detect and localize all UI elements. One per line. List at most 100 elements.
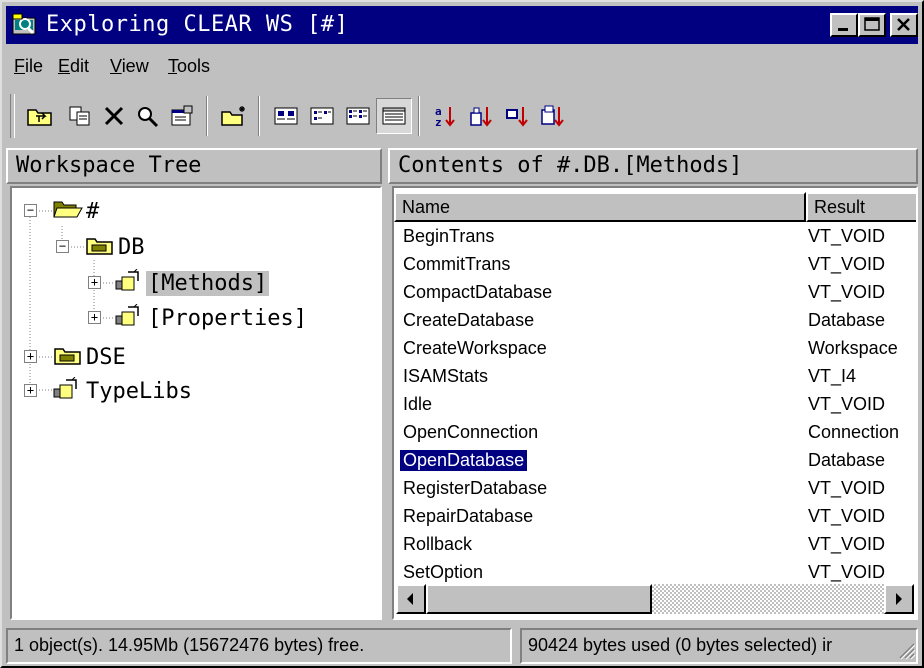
row-name: OpenConnection [403, 422, 539, 442]
row-result: VT_I4 [808, 366, 857, 386]
tree-node-typelibs[interactable]: TypeLibs [52, 376, 194, 406]
menu-file-rest: ile [25, 56, 44, 76]
row-result: VT_VOID [808, 254, 886, 274]
row-name: Rollback [403, 534, 473, 554]
folder-icon [52, 343, 84, 372]
sort-by-date-icon[interactable] [536, 98, 572, 134]
tree-node-dse[interactable]: DSE [52, 342, 128, 372]
new-item-icon[interactable] [216, 98, 252, 134]
menu-view[interactable]: View [110, 56, 149, 77]
row-name: RepairDatabase [403, 506, 534, 526]
toolbar: az [6, 90, 918, 142]
list-row-selected[interactable]: OpenDatabase Database [394, 448, 916, 476]
tree-node-methods[interactable]: [Methods] [114, 268, 270, 298]
delete-icon[interactable] [96, 98, 132, 134]
details-view-icon[interactable] [376, 98, 412, 134]
copy-icon[interactable] [62, 98, 98, 134]
tree-node-root[interactable]: # [52, 196, 101, 226]
menu-tools[interactable]: Tools [168, 56, 210, 77]
tree-expander[interactable]: + [88, 276, 101, 289]
column-header-name[interactable]: Name [394, 192, 806, 222]
close-button[interactable] [890, 13, 918, 37]
workspace-tree[interactable]: − # − DB + [Methods] + [Properties] + DS… [10, 186, 382, 620]
list-pane-header: Contents of #.DB.[Methods] [388, 148, 918, 184]
tree-node-label: [Methods] [146, 270, 270, 296]
row-name: RegisterDatabase [403, 478, 548, 498]
list-row[interactable]: CreateDatabase Database [394, 308, 916, 336]
svg-text:z: z [435, 116, 442, 128]
large-icons-icon[interactable] [268, 98, 304, 134]
tree-pane-header: Workspace Tree [6, 148, 382, 184]
explorer-app-icon [12, 13, 36, 37]
find-icon[interactable] [130, 98, 166, 134]
row-result: VT_VOID [808, 534, 886, 554]
tree-node-properties[interactable]: [Properties] [114, 303, 309, 333]
minimize-button[interactable] [830, 13, 858, 37]
title-bar[interactable]: Exploring CLEAR WS [#] [6, 6, 918, 44]
row-result: VT_VOID [808, 394, 886, 414]
list-row[interactable]: CompactDatabase VT_VOID [394, 280, 916, 308]
scroll-left-button[interactable] [396, 584, 426, 614]
row-name: CreateDatabase [403, 310, 535, 330]
row-result: VT_VOID [808, 226, 886, 246]
row-result: VT_VOID [808, 478, 886, 498]
up-folder-icon[interactable] [22, 98, 58, 134]
tree-expander[interactable]: + [88, 311, 101, 324]
row-name: OpenDatabase [398, 449, 529, 472]
list-row[interactable]: Rollback VT_VOID [394, 532, 916, 560]
toolbar-grip[interactable] [10, 94, 15, 138]
sort-by-type-icon[interactable] [464, 98, 500, 134]
list-row[interactable]: CreateWorkspace Workspace [394, 336, 916, 364]
toolbar-separator [258, 96, 260, 136]
row-name: Idle [403, 394, 433, 414]
tree-node-label: [Properties] [148, 305, 307, 331]
row-name: CompactDatabase [403, 282, 553, 302]
tree-expander[interactable]: + [24, 350, 37, 363]
row-result: Database [808, 310, 886, 330]
tree-expander[interactable]: − [24, 204, 37, 217]
size-grip-icon[interactable] [896, 640, 916, 665]
menu-view-accel: V [110, 56, 122, 76]
tree-expander[interactable]: − [56, 240, 69, 253]
menu-edit-rest: dit [70, 56, 90, 76]
small-icons-icon[interactable] [304, 98, 340, 134]
column-header-result[interactable]: Result [806, 192, 916, 222]
properties-icon[interactable] [164, 98, 200, 134]
contents-list[interactable]: Name Result BeginTrans VT_VOID CommitTran… [392, 186, 918, 620]
list-row[interactable]: Idle VT_VOID [394, 392, 916, 420]
scroll-thumb[interactable] [426, 584, 652, 614]
list-row[interactable]: BeginTrans VT_VOID [394, 224, 916, 252]
window-title: Exploring CLEAR WS [#] [46, 12, 349, 37]
maximize-button[interactable] [858, 13, 886, 37]
menu-tools-accel: T [168, 56, 177, 76]
scroll-right-button[interactable] [884, 584, 914, 614]
status-bytes-used: 90424 bytes used (0 bytes selected) ir [520, 628, 918, 664]
tree-node-db[interactable]: DB [84, 232, 147, 262]
explorer-window: Exploring CLEAR WS [#] File Edit View To… [0, 0, 924, 668]
collection-icon [114, 268, 146, 298]
menu-file[interactable]: File [14, 56, 43, 77]
scroll-track[interactable] [652, 584, 884, 614]
menu-file-accel: F [14, 56, 25, 76]
list-row[interactable]: RegisterDatabase VT_VOID [394, 476, 916, 504]
menu-edit[interactable]: Edit [58, 56, 89, 77]
tree-expander[interactable]: + [24, 384, 37, 397]
horizontal-scrollbar[interactable] [396, 584, 914, 614]
tree-node-label: TypeLibs [86, 378, 192, 404]
row-result: Database [808, 450, 886, 470]
row-name: CommitTrans [403, 254, 511, 274]
list-row[interactable]: CommitTrans VT_VOID [394, 252, 916, 280]
sort-by-name-icon[interactable]: az [428, 98, 464, 134]
list-row[interactable]: RepairDatabase VT_VOID [394, 504, 916, 532]
open-folder-icon [52, 197, 84, 226]
list-row[interactable]: ISAMStats VT_I4 [394, 364, 916, 392]
list-row[interactable]: OpenConnection Connection [394, 420, 916, 448]
row-result: Connection [808, 422, 900, 442]
list-view-icon[interactable] [340, 98, 376, 134]
toolbar-separator [206, 96, 208, 136]
tree-node-label: # [86, 198, 100, 224]
row-result: VT_VOID [808, 562, 886, 582]
sort-by-size-icon[interactable] [500, 98, 536, 134]
row-name: BeginTrans [403, 226, 495, 246]
row-name: SetOption [403, 562, 484, 582]
